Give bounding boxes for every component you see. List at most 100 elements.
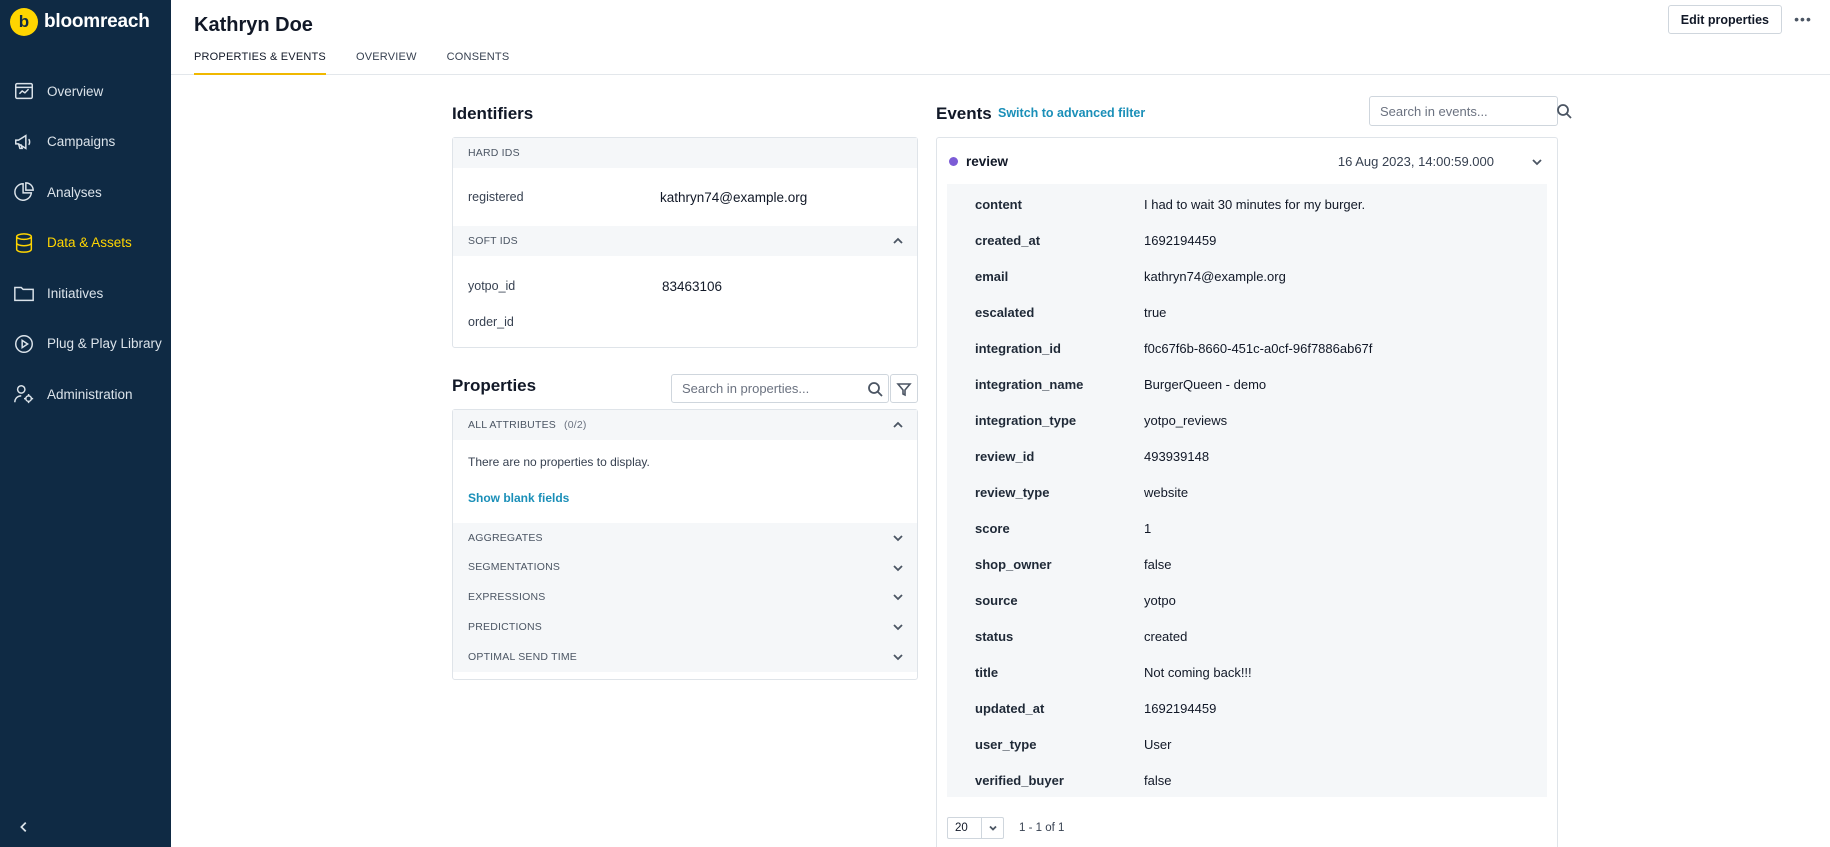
sidebar-item-plug-play-library[interactable]: Plug & Play Library xyxy=(0,319,171,370)
plug-play-icon xyxy=(12,332,36,356)
event-attribute-row: shop_owner false xyxy=(947,546,1547,582)
event-attribute-row: verified_buyer false xyxy=(947,762,1547,798)
event-attribute-row: score 1 xyxy=(947,510,1547,546)
event-attribute-key: created_at xyxy=(975,232,1041,248)
event-attribute-row: user_type User xyxy=(947,726,1547,762)
sidebar-item-initiatives[interactable]: Initiatives xyxy=(0,268,171,319)
chevron-down-icon[interactable] xyxy=(1531,155,1543,173)
group-label: EXPRESSIONS xyxy=(468,591,546,604)
folder-icon xyxy=(12,281,36,305)
segmentations-header[interactable]: SEGMENTATIONS xyxy=(453,552,917,583)
search-icon[interactable] xyxy=(862,381,888,397)
expressions-header[interactable]: EXPRESSIONS xyxy=(453,582,917,613)
brand-name: bloomreach xyxy=(44,11,150,32)
event-attribute-value: kathryn74@example.org xyxy=(1144,268,1286,284)
soft-ids-header[interactable]: SOFT IDS xyxy=(453,226,917,256)
filter-icon xyxy=(896,382,912,396)
event-attribute-key: source xyxy=(975,592,1018,608)
predictions-header[interactable]: PREDICTIONS xyxy=(453,612,917,642)
page-size-select[interactable]: 20 xyxy=(947,817,1004,839)
sidebar-item-analyses[interactable]: Analyses xyxy=(0,167,171,218)
tab-properties-events[interactable]: PROPERTIES & EVENTS xyxy=(194,50,326,75)
search-icon[interactable] xyxy=(1556,103,1572,119)
all-attributes-header[interactable]: ALL ATTRIBUTES (0/2) xyxy=(453,410,917,440)
sidebar-item-label: Initiatives xyxy=(47,285,104,301)
page-title: Kathryn Doe xyxy=(194,14,313,36)
event-attribute-row: integration_id f0c67f6b-8660-451c-a0cf-96… xyxy=(947,330,1547,366)
chevron-down-icon[interactable] xyxy=(892,651,904,663)
event-attribute-value: false xyxy=(1144,772,1172,788)
aggregates-header[interactable]: AGGREGATES xyxy=(453,522,917,553)
event-attribute-value: yotpo xyxy=(1144,592,1176,608)
chevron-up-icon[interactable] xyxy=(892,419,904,431)
event-attribute-value: created xyxy=(1144,628,1188,644)
event-attribute-key: escalated xyxy=(975,304,1035,320)
group-label: SEGMENTATIONS xyxy=(468,561,561,574)
brand[interactable]: b bloomreach xyxy=(0,0,171,44)
sidebar-item-campaigns[interactable]: Campaigns xyxy=(0,117,171,168)
event-attribute-value: 1692194459 xyxy=(1144,700,1217,716)
identifier-value: 83463106 xyxy=(662,278,723,294)
sidebar-item-label: Analyses xyxy=(47,184,102,200)
event-attribute-value: 1692194459 xyxy=(1144,232,1217,248)
event-attribute-key: score xyxy=(975,520,1010,536)
event-header[interactable]: review 16 Aug 2023, 14:00:59.000 xyxy=(937,138,1557,184)
chevron-up-icon[interactable] xyxy=(892,235,904,247)
event-attribute-key: shop_owner xyxy=(975,556,1052,572)
sidebar: b bloomreach Overview Campaigns Analyses xyxy=(0,0,171,847)
event-attribute-key: integration_type xyxy=(975,412,1077,428)
sidebar-item-label: Data & Assets xyxy=(47,235,132,251)
events-search xyxy=(1369,96,1572,126)
event-attribute-value: true xyxy=(1144,304,1167,320)
all-attributes-label: ALL ATTRIBUTES xyxy=(468,418,556,431)
tab-bar: PROPERTIES & EVENTS OVERVIEW CONSENTS xyxy=(194,50,539,75)
properties-search xyxy=(671,374,889,403)
events-search-input[interactable] xyxy=(1370,97,1556,125)
optimal-send-time-header[interactable]: OPTIMAL SEND TIME xyxy=(453,641,917,672)
identifier-row: yotpo_id 83463106 xyxy=(453,268,917,304)
advanced-filter-link[interactable]: Switch to advanced filter xyxy=(998,106,1145,120)
event-timestamp: 16 Aug 2023, 14:00:59.000 xyxy=(1337,153,1494,169)
identifier-key: registered xyxy=(468,190,524,204)
identifier-key: order_id xyxy=(468,315,514,329)
database-icon xyxy=(12,231,36,255)
identifiers-card: HARD IDS registered kathryn74@example.or… xyxy=(452,137,918,348)
event-attribute-value: false xyxy=(1144,556,1172,572)
event-attribute-row: content I had to wait 30 minutes for my b… xyxy=(947,186,1547,222)
event-attribute-key: review_id xyxy=(975,448,1035,464)
chevron-down-icon[interactable] xyxy=(892,562,904,574)
event-attribute-row: updated_at 1692194459 xyxy=(947,690,1547,726)
event-attribute-row: escalated true xyxy=(947,294,1547,330)
overview-icon xyxy=(12,79,36,103)
event-attribute-row: email kathryn74@example.org xyxy=(947,258,1547,294)
event-attribute-row: status created xyxy=(947,618,1547,654)
sidebar-item-label: Administration xyxy=(47,386,133,402)
identifier-row: order_id xyxy=(453,304,917,340)
tab-overview[interactable]: OVERVIEW xyxy=(356,50,417,75)
properties-filter-button[interactable] xyxy=(890,374,918,403)
collapse-sidebar-button[interactable] xyxy=(14,817,34,837)
sidebar-item-overview[interactable]: Overview xyxy=(0,66,171,117)
chevron-down-icon[interactable] xyxy=(892,591,904,603)
properties-card: ALL ATTRIBUTES (0/2) There are no proper… xyxy=(452,409,918,680)
event-attribute-row: created_at 1692194459 xyxy=(947,222,1547,258)
events-title: Events xyxy=(936,104,992,123)
identifiers-title: Identifiers xyxy=(452,104,534,123)
sidebar-item-data-assets[interactable]: Data & Assets xyxy=(0,218,171,269)
more-options-icon[interactable]: ••• xyxy=(1792,10,1814,28)
chevron-down-icon[interactable] xyxy=(892,532,904,544)
event-attribute-key: review_type xyxy=(975,484,1050,500)
event-type-dot xyxy=(949,156,958,166)
event-attribute-value: I had to wait 30 minutes for my burger. xyxy=(1144,196,1366,212)
sidebar-item-administration[interactable]: Administration xyxy=(0,369,171,420)
tab-consents[interactable]: CONSENTS xyxy=(447,50,510,75)
hard-ids-header: HARD IDS xyxy=(453,138,917,168)
group-label: OPTIMAL SEND TIME xyxy=(468,650,577,663)
edit-properties-button[interactable]: Edit properties xyxy=(1667,5,1782,34)
show-blank-fields-link[interactable]: Show blank fields xyxy=(453,479,917,523)
properties-search-input[interactable] xyxy=(672,375,862,402)
chevron-down-icon[interactable] xyxy=(892,621,904,633)
identifier-key: yotpo_id xyxy=(468,279,516,293)
admin-user-icon xyxy=(12,382,36,406)
event-name: review xyxy=(966,153,1009,169)
